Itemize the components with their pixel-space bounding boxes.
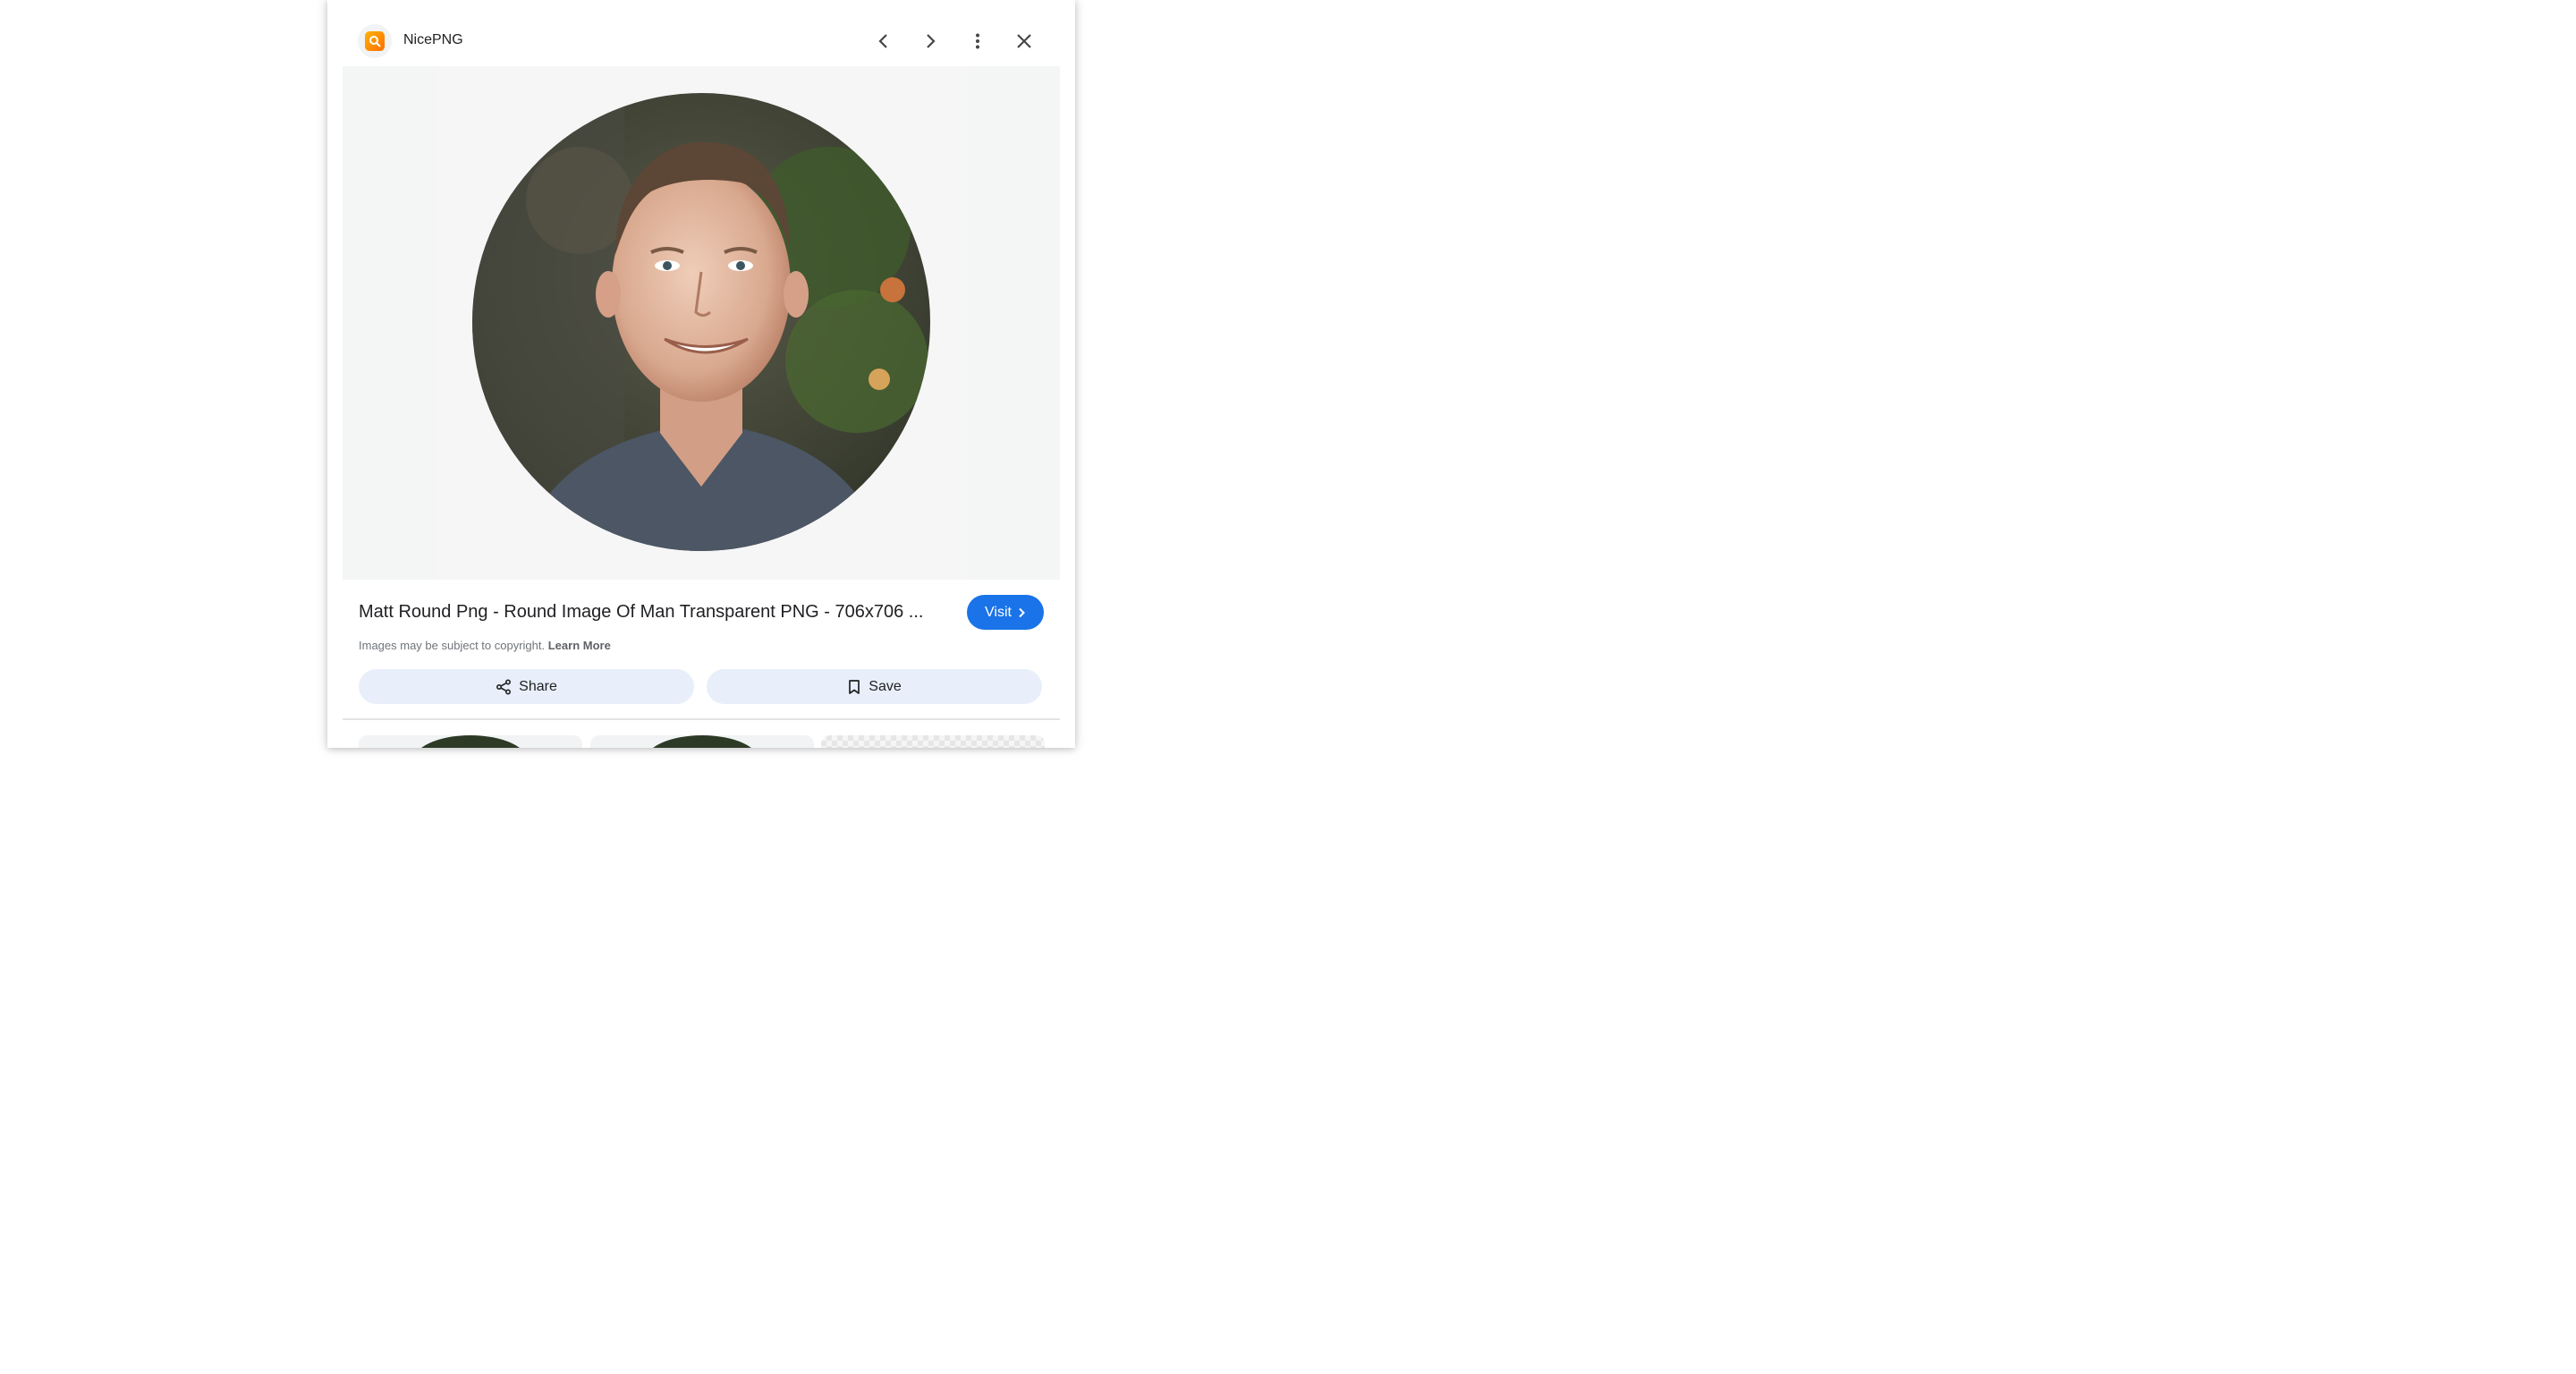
copyright-text: Images may be subject to copyright.: [359, 639, 546, 652]
panel-header: NicePNG: [327, 0, 1075, 66]
related-image-thumbnail[interactable]: [359, 735, 582, 748]
more-options-button[interactable]: [961, 24, 995, 58]
magnifier-logo-icon: [365, 31, 385, 51]
thumbnail-photo: [412, 735, 529, 748]
site-logo[interactable]: [358, 24, 392, 58]
viewport: NicePNG Matt Round Png - Round Image Of …: [0, 0, 1402, 748]
next-button[interactable]: [913, 24, 947, 58]
section-divider: [343, 718, 1060, 720]
share-icon: [496, 678, 512, 695]
preview-photo[interactable]: [472, 93, 930, 551]
chevron-right-icon: [1019, 607, 1025, 617]
close-icon: [1017, 34, 1031, 48]
related-image-thumbnail[interactable]: [821, 735, 1045, 748]
visit-label: Visit: [985, 604, 1012, 620]
save-label: Save: [869, 678, 902, 694]
previous-button[interactable]: [867, 24, 901, 58]
save-button[interactable]: Save: [707, 669, 1042, 704]
bookmark-icon: [849, 679, 860, 694]
site-name[interactable]: NicePNG: [403, 32, 463, 48]
more-vert-icon: [976, 33, 979, 49]
learn-more-link[interactable]: Learn More: [548, 639, 611, 652]
share-label: Share: [519, 678, 557, 694]
result-title[interactable]: Matt Round Png - Round Image Of Man Tran…: [359, 602, 931, 623]
thumbnail-photo: [644, 735, 760, 748]
chevron-right-icon: [927, 34, 936, 48]
chevron-left-icon: [878, 34, 887, 48]
copyright-notice: Images may be subject to copyright. Lear…: [359, 639, 611, 652]
preview-image-area[interactable]: [343, 66, 1060, 580]
image-preview-panel: NicePNG Matt Round Png - Round Image Of …: [327, 0, 1075, 748]
close-button[interactable]: [1007, 24, 1041, 58]
share-button[interactable]: Share: [359, 669, 694, 704]
related-image-thumbnail[interactable]: [590, 735, 814, 748]
visit-button[interactable]: Visit: [967, 595, 1044, 630]
